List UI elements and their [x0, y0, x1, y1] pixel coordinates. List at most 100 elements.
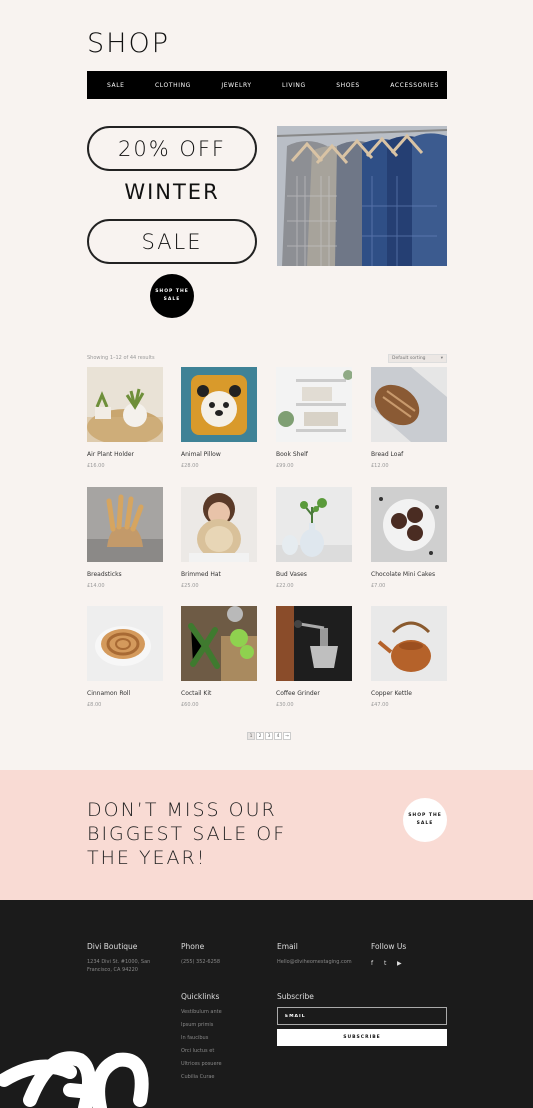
footer-address: 1234 Divi St. #1000, San Francisco, CA 9…: [87, 959, 151, 973]
facebook-icon[interactable]: f: [371, 960, 373, 967]
hero-sale-pill: SALE: [87, 219, 257, 264]
product-card[interactable]: Bud Vases £22.00: [276, 487, 352, 589]
product-price: £25.00: [181, 583, 199, 589]
product-image[interactable]: [276, 606, 352, 681]
product-price: £8.00: [87, 702, 102, 708]
quicklink-item[interactable]: Orci luctus et: [181, 1048, 214, 1054]
product-card[interactable]: Coctail Kit £60.00: [181, 606, 257, 708]
product-image[interactable]: [87, 606, 163, 681]
page-1[interactable]: 1: [247, 732, 255, 740]
product-image[interactable]: [371, 367, 447, 442]
footer-quicklinks-heading: Quicklinks: [181, 992, 220, 1001]
subscribe-email-input[interactable]: [277, 1007, 447, 1025]
product-card[interactable]: Brimmed Hat £25.00: [181, 487, 257, 589]
product-name[interactable]: Bud Vases: [276, 571, 352, 578]
quicklink-item[interactable]: Ipsum primis: [181, 1022, 213, 1028]
shop-the-sale-label-1: SHOP THE: [155, 288, 189, 294]
nav-item-sale[interactable]: SALE: [107, 82, 125, 89]
chevron-down-icon: ▾: [440, 356, 443, 361]
product-card[interactable]: Cinnamon Roll £8.00: [87, 606, 163, 708]
footer-follow-heading: Follow Us: [371, 942, 407, 951]
product-price: £16.00: [87, 463, 105, 469]
next-page-arrow-icon[interactable]: →: [283, 732, 291, 740]
promo-cta-label-1: SHOP THE: [408, 812, 442, 818]
nav-item-clothing[interactable]: CLOTHING: [155, 82, 191, 89]
product-name[interactable]: Coffee Grinder: [276, 690, 352, 697]
product-image[interactable]: [87, 367, 163, 442]
product-image[interactable]: [181, 606, 257, 681]
footer-email-heading: Email: [277, 942, 298, 951]
nav-item-accessories[interactable]: ACCESSORIES: [390, 82, 439, 89]
pagination: 1 2 3 4 →: [247, 732, 291, 740]
shop-the-sale-label-2: SALE: [163, 297, 181, 302]
brush-logo-decoration: [0, 1051, 149, 1108]
product-name[interactable]: Air Plant Holder: [87, 451, 163, 458]
product-name[interactable]: Copper Kettle: [371, 690, 447, 697]
quicklink-item[interactable]: Ultrices posuere: [181, 1061, 222, 1067]
product-image[interactable]: [181, 487, 257, 562]
product-name[interactable]: Book Shelf: [276, 451, 352, 458]
product-name[interactable]: Chocolate Mini Cakes: [371, 571, 447, 578]
sort-select[interactable]: Default sorting ▾: [388, 354, 447, 363]
promo-banner: DON’T MISS OUR BIGGEST SALE OF THE YEAR!…: [0, 770, 533, 900]
promo-shop-the-sale-button[interactable]: SHOP THE SALE: [403, 798, 447, 842]
results-count: Showing 1–12 of 44 results: [87, 355, 155, 361]
page-3[interactable]: 3: [265, 732, 273, 740]
hero-discount-pill: 20% OFF: [87, 126, 257, 171]
product-price: £60.00: [181, 702, 199, 708]
footer-phone-heading: Phone: [181, 942, 205, 951]
nav-item-jewelry[interactable]: JEWELRY: [221, 82, 251, 89]
product-price: £28.00: [181, 463, 199, 469]
product-price: £30.00: [276, 702, 294, 708]
promo-headline: DON’T MISS OUR BIGGEST SALE OF THE YEAR!: [87, 799, 287, 869]
product-image[interactable]: [276, 367, 352, 442]
footer-phone[interactable]: (255) 352-6258: [181, 958, 220, 966]
page-title: SHOP: [87, 28, 170, 59]
footer-brand: Divi Boutique: [87, 942, 138, 951]
product-name[interactable]: Coctail Kit: [181, 690, 257, 697]
quicklink-item[interactable]: Cubilia Curae: [181, 1074, 215, 1080]
product-image[interactable]: [371, 487, 447, 562]
footer: Divi Boutique 1234 Divi St. #1000, San F…: [0, 900, 533, 1108]
product-card[interactable]: Chocolate Mini Cakes £7.00: [371, 487, 447, 589]
product-name[interactable]: Brimmed Hat: [181, 571, 257, 578]
product-price: £7.00: [371, 583, 386, 589]
product-card[interactable]: Bread Loaf £12.00: [371, 367, 447, 469]
product-name[interactable]: Animal Pillow: [181, 451, 257, 458]
product-name[interactable]: Bread Loaf: [371, 451, 447, 458]
hero-image-shirts-on-rack: [277, 126, 447, 266]
product-card[interactable]: Air Plant Holder £16.00: [87, 367, 163, 469]
product-image[interactable]: [371, 606, 447, 681]
page-4[interactable]: 4: [274, 732, 282, 740]
product-price: £14.00: [87, 583, 105, 589]
subscribe-button[interactable]: SUBSCRIBE: [277, 1029, 447, 1046]
product-price: £99.00: [276, 463, 294, 469]
product-name[interactable]: Cinnamon Roll: [87, 690, 163, 697]
category-nav: SALE CLOTHING JEWELRY LIVING SHOES ACCES…: [87, 71, 447, 99]
footer-email[interactable]: Hello@diviheomestaging.com: [277, 958, 352, 966]
nav-item-living[interactable]: LIVING: [282, 82, 306, 89]
quicklink-item[interactable]: In faucibus: [181, 1035, 208, 1041]
youtube-icon[interactable]: ▶: [397, 960, 402, 967]
product-card[interactable]: Breadsticks £14.00: [87, 487, 163, 589]
quicklink-item[interactable]: Vestibulum ante: [181, 1009, 222, 1015]
product-image[interactable]: [276, 487, 352, 562]
hero-winter-text: WINTER: [124, 180, 220, 204]
product-image[interactable]: [181, 367, 257, 442]
page-2[interactable]: 2: [256, 732, 264, 740]
product-image[interactable]: [87, 487, 163, 562]
product-card[interactable]: Animal Pillow £28.00: [181, 367, 257, 469]
shop-the-sale-button[interactable]: SHOP THE SALE: [150, 274, 194, 318]
product-price: £47.00: [371, 702, 389, 708]
product-name[interactable]: Breadsticks: [87, 571, 163, 578]
product-card[interactable]: Coffee Grinder £30.00: [276, 606, 352, 708]
nav-item-shoes[interactable]: SHOES: [336, 82, 360, 89]
twitter-icon[interactable]: t: [384, 960, 386, 967]
product-card[interactable]: Copper Kettle £47.00: [371, 606, 447, 708]
product-card[interactable]: Book Shelf £99.00: [276, 367, 352, 469]
promo-cta-label-2: SALE: [416, 821, 434, 826]
product-price: £22.00: [276, 583, 294, 589]
sort-select-value: Default sorting: [392, 356, 426, 361]
product-price: £12.00: [371, 463, 389, 469]
footer-subscribe-heading: Subscribe: [277, 992, 314, 1001]
